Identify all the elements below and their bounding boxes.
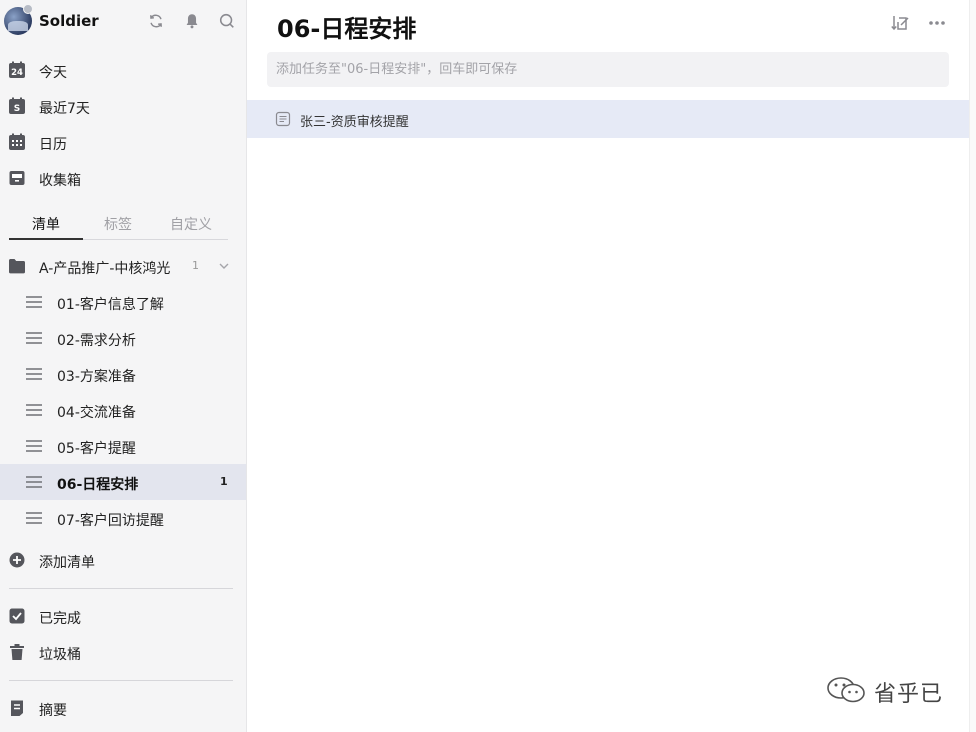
search-icon[interactable] xyxy=(217,11,237,31)
sidebar: Soldier 24 今天 S 最近7天 日历 收集箱 清单 标签 自定义 A-… xyxy=(0,0,247,732)
main-panel: 06-日程安排 张三-资质审核提醒 xyxy=(247,0,969,732)
page-title: 06-日程安排 xyxy=(277,15,417,43)
list-item-label: 02-需求分析 xyxy=(57,333,136,349)
bell-icon[interactable] xyxy=(182,11,202,31)
list-item-selected[interactable]: 06-日程安排 1 xyxy=(0,464,246,500)
list-item[interactable]: 07-客户回访提醒 xyxy=(0,500,246,536)
sort-edit-icon[interactable] xyxy=(891,13,911,33)
folder-label: A-产品推广-中核鸿光 xyxy=(39,261,171,277)
add-list-label: 添加清单 xyxy=(39,555,95,571)
list-menu-icon xyxy=(26,296,42,308)
checkbox-checked-icon xyxy=(9,608,25,624)
task-title: 张三-资质审核提醒 xyxy=(300,115,409,130)
folder-row[interactable]: A-产品推广-中核鸿光 1 xyxy=(0,248,246,284)
nav-next7days[interactable]: S 最近7天 xyxy=(0,88,246,124)
list-item-label: 07-客户回访提醒 xyxy=(57,513,164,529)
nav-today-label: 今天 xyxy=(39,65,67,81)
list-menu-icon xyxy=(26,440,42,452)
nav-summary[interactable]: 摘要 xyxy=(0,690,246,726)
inbox-icon xyxy=(9,171,25,185)
avatar-badge xyxy=(23,4,33,14)
nav-completed-label: 已完成 xyxy=(39,611,81,627)
list-item-label: 03-方案准备 xyxy=(57,369,136,385)
list-item[interactable]: 02-需求分析 xyxy=(0,320,246,356)
list-menu-icon xyxy=(26,368,42,380)
calendar-week-icon: S xyxy=(9,97,25,114)
nav-next7days-label: 最近7天 xyxy=(39,101,90,117)
chevron-down-icon[interactable] xyxy=(217,259,231,273)
calendar-grid-icon xyxy=(9,133,25,150)
nav-trash[interactable]: 垃圾桶 xyxy=(0,634,246,670)
watermark: 省乎已 xyxy=(826,674,956,707)
wechat-logo-icon xyxy=(827,677,865,703)
folder-icon xyxy=(9,259,25,274)
folder-count: 1 xyxy=(192,259,199,272)
list-item-label: 06-日程安排 xyxy=(57,477,139,493)
list-item-label: 05-客户提醒 xyxy=(57,441,136,457)
list-menu-icon xyxy=(26,404,42,416)
list-item-label: 04-交流准备 xyxy=(57,405,136,421)
sync-icon[interactable] xyxy=(146,11,166,31)
add-task-input[interactable] xyxy=(267,52,949,87)
add-list-button[interactable]: 添加清单 xyxy=(0,542,246,578)
sidebar-divider xyxy=(9,680,233,681)
list-menu-icon xyxy=(26,512,42,524)
watermark-text: 省乎已 xyxy=(874,682,944,707)
sidebar-tabs: 清单 标签 自定义 xyxy=(0,205,247,241)
nav-today[interactable]: 24 今天 xyxy=(0,52,246,88)
list-item[interactable]: 03-方案准备 xyxy=(0,356,246,392)
account-name[interactable]: Soldier xyxy=(39,12,99,30)
list-item[interactable]: 04-交流准备 xyxy=(0,392,246,428)
tab-lists[interactable]: 清单 xyxy=(32,214,60,234)
svg-text:S: S xyxy=(14,104,20,114)
nav-completed[interactable]: 已完成 xyxy=(0,598,246,634)
summary-document-icon xyxy=(11,700,23,716)
trash-icon xyxy=(10,644,24,660)
plus-circle-icon xyxy=(9,552,25,568)
tab-tags[interactable]: 标签 xyxy=(104,214,132,234)
svg-text:24: 24 xyxy=(11,68,23,78)
tab-custom[interactable]: 自定义 xyxy=(170,214,212,234)
nav-inbox-label: 收集箱 xyxy=(39,173,81,189)
list-menu-icon xyxy=(26,332,42,344)
list-menu-icon xyxy=(26,476,42,488)
nav-calendar-label: 日历 xyxy=(39,137,67,153)
list-item-count: 1 xyxy=(220,475,228,488)
right-edge-panel xyxy=(969,0,976,732)
nav-trash-label: 垃圾桶 xyxy=(39,647,81,663)
account-header: Soldier xyxy=(0,0,247,44)
nav-inbox[interactable]: 收集箱 xyxy=(0,160,246,196)
task-note-icon[interactable] xyxy=(275,111,291,127)
task-item[interactable]: 张三-资质审核提醒 xyxy=(247,100,969,138)
nav-calendar[interactable]: 日历 xyxy=(0,124,246,160)
more-options-icon[interactable] xyxy=(927,13,947,33)
calendar-today-icon: 24 xyxy=(9,61,25,78)
sidebar-divider xyxy=(9,588,233,589)
list-item[interactable]: 05-客户提醒 xyxy=(0,428,246,464)
list-item[interactable]: 01-客户信息了解 xyxy=(0,284,246,320)
list-item-label: 01-客户信息了解 xyxy=(57,297,164,313)
nav-summary-label: 摘要 xyxy=(39,703,67,719)
tab-active-indicator xyxy=(9,238,83,240)
